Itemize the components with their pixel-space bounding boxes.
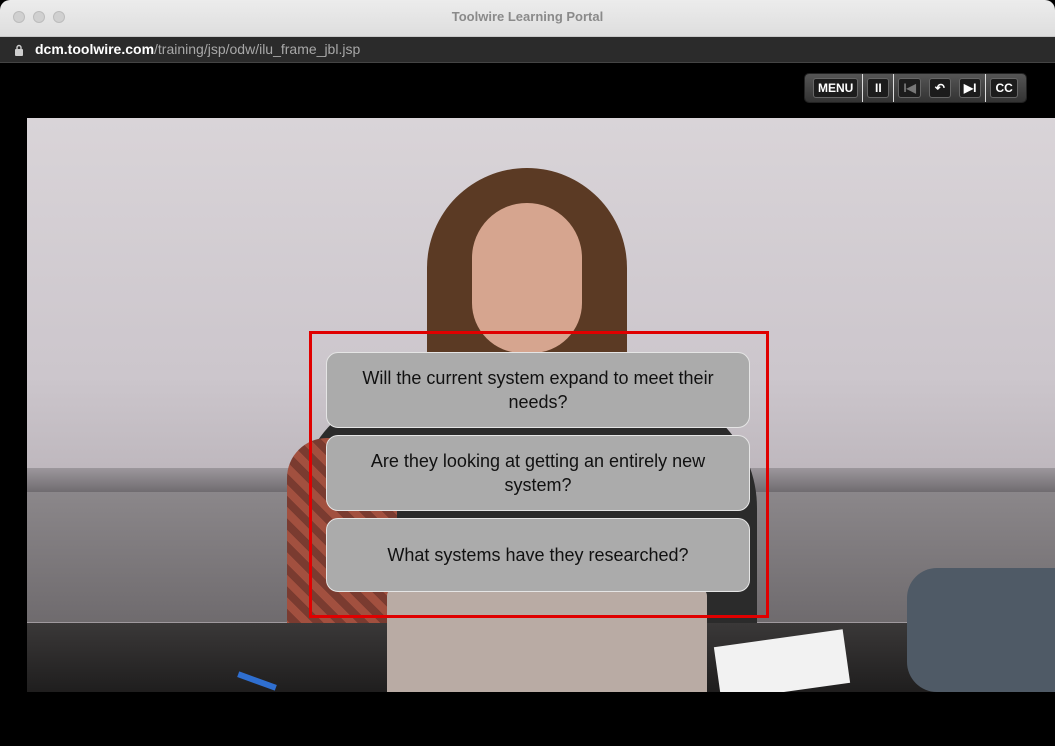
window-title: Toolwire Learning Portal	[451, 9, 604, 24]
next-button[interactable]: ▶I	[958, 78, 982, 98]
choice-button-2[interactable]: Are they looking at getting an entirely …	[326, 435, 750, 511]
lock-icon	[15, 44, 23, 56]
address-bar[interactable]: dcm.toolwire.com/training/jsp/odw/ilu_fr…	[0, 37, 1055, 63]
choice-button-1[interactable]: Will the current system expand to meet t…	[326, 352, 750, 428]
url-text[interactable]: dcm.toolwire.com/training/jsp/odw/ilu_fr…	[35, 37, 360, 62]
player-control-bar: MENU II I◀ ↶ ▶I CC	[805, 74, 1026, 102]
url-path: /training/jsp/odw/ilu_frame_jbl.jsp	[154, 41, 361, 57]
control-divider	[985, 74, 987, 102]
replay-button[interactable]: ↶	[928, 78, 951, 98]
control-divider	[893, 74, 895, 102]
title-bar: Toolwire Learning Portal	[0, 0, 1055, 37]
back-button[interactable]: I◀	[898, 78, 921, 98]
choice-button-3[interactable]: What systems have they researched?	[326, 518, 750, 592]
closed-captions-button[interactable]: CC	[990, 78, 1018, 98]
browser-window: Toolwire Learning Portal dcm.toolwire.co…	[0, 0, 1055, 746]
url-domain: dcm.toolwire.com	[35, 41, 155, 57]
desk-phone	[907, 568, 1055, 692]
menu-button[interactable]: MENU	[813, 78, 859, 98]
control-divider	[862, 74, 864, 102]
pause-button[interactable]: II	[867, 78, 890, 98]
